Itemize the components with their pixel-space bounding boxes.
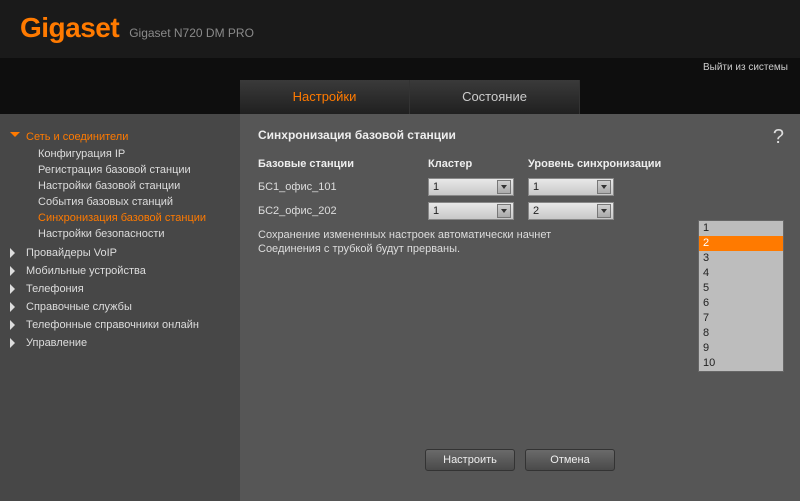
nav-telephony[interactable]: Телефония <box>10 280 230 298</box>
dropdown-option[interactable]: 6 <box>699 296 783 311</box>
select-value: 2 <box>533 205 539 217</box>
col-header-level: Уровень синхронизации <box>528 158 698 170</box>
nav-management[interactable]: Управление <box>10 334 230 352</box>
dropdown-option[interactable]: 5 <box>699 281 783 296</box>
content-panel: ? Синхронизация базовой станции Базовые … <box>240 114 800 501</box>
help-icon[interactable]: ? <box>773 126 784 149</box>
dropdown-option[interactable]: 1 <box>699 221 783 236</box>
nav-network[interactable]: Сеть и соединители <box>10 128 230 146</box>
dropdown-option[interactable]: 9 <box>699 341 783 356</box>
bs-name: БС2_офис_202 <box>258 205 428 217</box>
table-row: БС2_офис_202 1 2 <box>258 202 782 220</box>
bs-name: БС1_офис_101 <box>258 181 428 193</box>
apply-button[interactable]: Настроить <box>425 449 515 471</box>
nav-mobile-label: Мобильные устройства <box>26 265 146 277</box>
cancel-button[interactable]: Отмена <box>525 449 615 471</box>
nav-mobile[interactable]: Мобильные устройства <box>10 262 230 280</box>
header: Gigaset Gigaset N720 DM PRO <box>0 0 800 58</box>
nav-directories-label: Телефонные справочники онлайн <box>26 319 199 331</box>
sidebar: Сеть и соединители Конфигурация IP Регис… <box>0 114 240 501</box>
nav-info-label: Справочные службы <box>26 301 132 313</box>
dropdown-option-selected[interactable]: 2 <box>699 236 783 251</box>
nav-sub-ip[interactable]: Конфигурация IP <box>10 146 230 162</box>
col-header-bs: Базовые станции <box>258 158 428 170</box>
model-label: Gigaset N720 DM PRO <box>129 26 254 40</box>
chevron-down-icon <box>10 132 20 142</box>
cluster-select[interactable]: 1 <box>428 202 514 220</box>
dropdown-option[interactable]: 8 <box>699 326 783 341</box>
nav-directories[interactable]: Телефонные справочники онлайн <box>10 316 230 334</box>
select-value: 1 <box>433 181 439 193</box>
select-value: 1 <box>533 181 539 193</box>
nav-sub-register[interactable]: Регистрация базовой станции <box>10 162 230 178</box>
nav-info-services[interactable]: Справочные службы <box>10 298 230 316</box>
nav-telephony-label: Телефония <box>26 283 84 295</box>
cluster-select[interactable]: 1 <box>428 178 514 196</box>
brand-logo: Gigaset <box>20 12 119 44</box>
chevron-right-icon <box>10 302 15 312</box>
tabs: Настройки Состояние <box>0 80 800 114</box>
nav-network-label: Сеть и соединители <box>26 131 128 143</box>
panel-title: Синхронизация базовой станции <box>258 128 782 142</box>
nav-voip[interactable]: Провайдеры VoIP <box>10 244 230 262</box>
nav-sub-bs-events[interactable]: События базовых станций <box>10 194 230 210</box>
dropdown-option[interactable]: 7 <box>699 311 783 326</box>
tab-status[interactable]: Состояние <box>410 80 580 114</box>
chevron-right-icon <box>10 320 15 330</box>
logout-link[interactable]: Выйти из системы <box>703 62 788 73</box>
level-select-open[interactable]: 2 <box>528 202 614 220</box>
chevron-right-icon <box>10 248 15 258</box>
chevron-down-icon <box>597 180 611 194</box>
nav-management-label: Управление <box>26 337 87 349</box>
chevron-right-icon <box>10 266 15 276</box>
dropdown-option[interactable]: 3 <box>699 251 783 266</box>
level-select[interactable]: 1 <box>528 178 614 196</box>
nav-sub-bs-settings[interactable]: Настройки базовой станции <box>10 178 230 194</box>
nav-sub-bs-sync[interactable]: Синхронизация базовой станции <box>10 210 230 226</box>
nav-sub-security[interactable]: Настройки безопасности <box>10 226 230 242</box>
chevron-down-icon <box>597 204 611 218</box>
chevron-right-icon <box>10 284 15 294</box>
chevron-down-icon <box>497 204 511 218</box>
chevron-right-icon <box>10 338 15 348</box>
topbar: Выйти из системы <box>0 58 800 80</box>
level-dropdown[interactable]: 1 2 3 4 5 6 7 8 9 10 <box>698 220 784 372</box>
col-header-cluster: Кластер <box>428 158 528 170</box>
dropdown-option[interactable]: 10 <box>699 356 783 371</box>
tab-settings[interactable]: Настройки <box>240 80 410 114</box>
chevron-down-icon <box>497 180 511 194</box>
button-bar: Настроить Отмена <box>240 449 800 471</box>
nav-voip-label: Провайдеры VoIP <box>26 247 117 259</box>
dropdown-option[interactable]: 4 <box>699 266 783 281</box>
column-headers: Базовые станции Кластер Уровень синхрони… <box>258 158 782 170</box>
select-value: 1 <box>433 205 439 217</box>
table-row: БС1_офис_101 1 1 <box>258 178 782 196</box>
